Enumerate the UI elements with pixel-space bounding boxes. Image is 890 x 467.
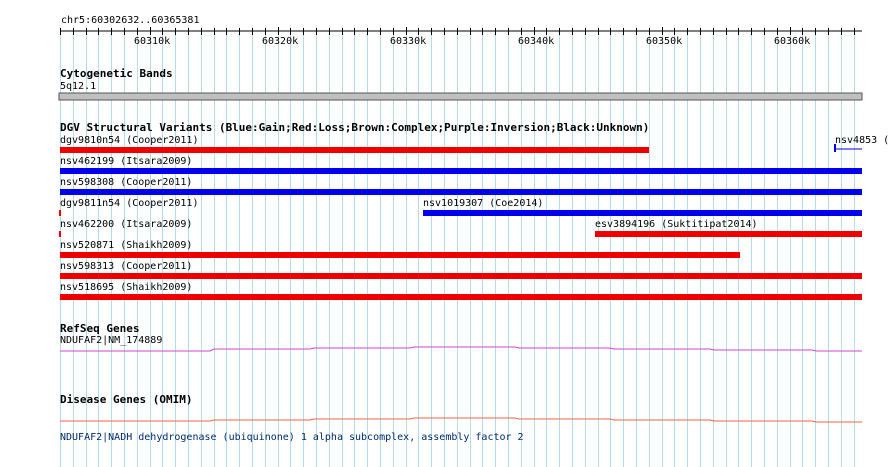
variant-label[interactable]: nsv598308 (Cooper2011) [60,177,192,188]
variant-bar-gain[interactable] [60,168,862,174]
variant-bar-loss[interactable] [60,273,862,279]
cytoband-track-title: Cytogenetic Bands [60,67,173,80]
ruler-tick-label: 60360k [774,36,811,47]
variant-label[interactable]: nsv462199 (Itsara2009) [60,156,192,167]
variant-bar-loss[interactable] [60,147,649,153]
location-label: chr5:60302632..60365381 [61,15,200,26]
ruler-tick-label: 60320k [262,36,299,47]
cytoband-label: 5q12.1 [60,81,97,92]
variant-label[interactable]: dgv9811n54 (Cooper2011) [60,198,198,209]
variant-bar-gain[interactable] [60,189,862,195]
ruler-tick-label: 60350k [646,36,683,47]
variant-label[interactable]: dgv9810n54 (Cooper2011) [60,135,198,146]
variant-bar-loss[interactable] [59,231,61,237]
variant-bar-loss[interactable] [60,252,740,258]
cytoband-bar[interactable] [58,92,863,101]
variant-label[interactable]: nsv518695 (Shaikh2009) [60,282,192,293]
variant-label[interactable]: esv3894196 (Suktitipat2014) [595,219,758,230]
ruler-tick-label: 60330k [390,36,427,47]
variant-label[interactable]: nsv598313 (Cooper2011) [60,261,192,272]
variant-bar-loss[interactable] [59,210,61,216]
dgv-track-title: DGV Structural Variants (Blue:Gain;Red:L… [60,121,650,134]
omim-track-title: Disease Genes (OMIM) [60,393,193,406]
refseq-track-title: RefSeq Genes [60,322,140,335]
variant-label[interactable]: nsv462200 (Itsara2009) [60,219,192,230]
coordinate-ruler[interactable] [60,27,862,35]
refseq-gene-line[interactable] [60,346,862,352]
variant-bar-gain[interactable] [423,210,862,216]
refseq-gene-label[interactable]: NDUFAF2|NM_174889 [60,335,162,346]
variant-bar-loss[interactable] [60,294,862,300]
variant-marker-gain[interactable] [834,144,864,154]
omim-gene-label[interactable]: NDUFAF2|NADH dehydrogenase (ubiquinone) … [60,432,524,443]
ruler-tick-label: 60340k [518,36,555,47]
ruler-tick-label: 60310k [134,36,171,47]
variant-label[interactable]: nsv1019307 (Coe2014) [423,198,543,209]
variant-label[interactable]: nsv520871 (Shaikh2009) [60,240,192,251]
omim-gene-line[interactable] [60,417,862,423]
variant-bar-loss[interactable] [595,231,862,237]
